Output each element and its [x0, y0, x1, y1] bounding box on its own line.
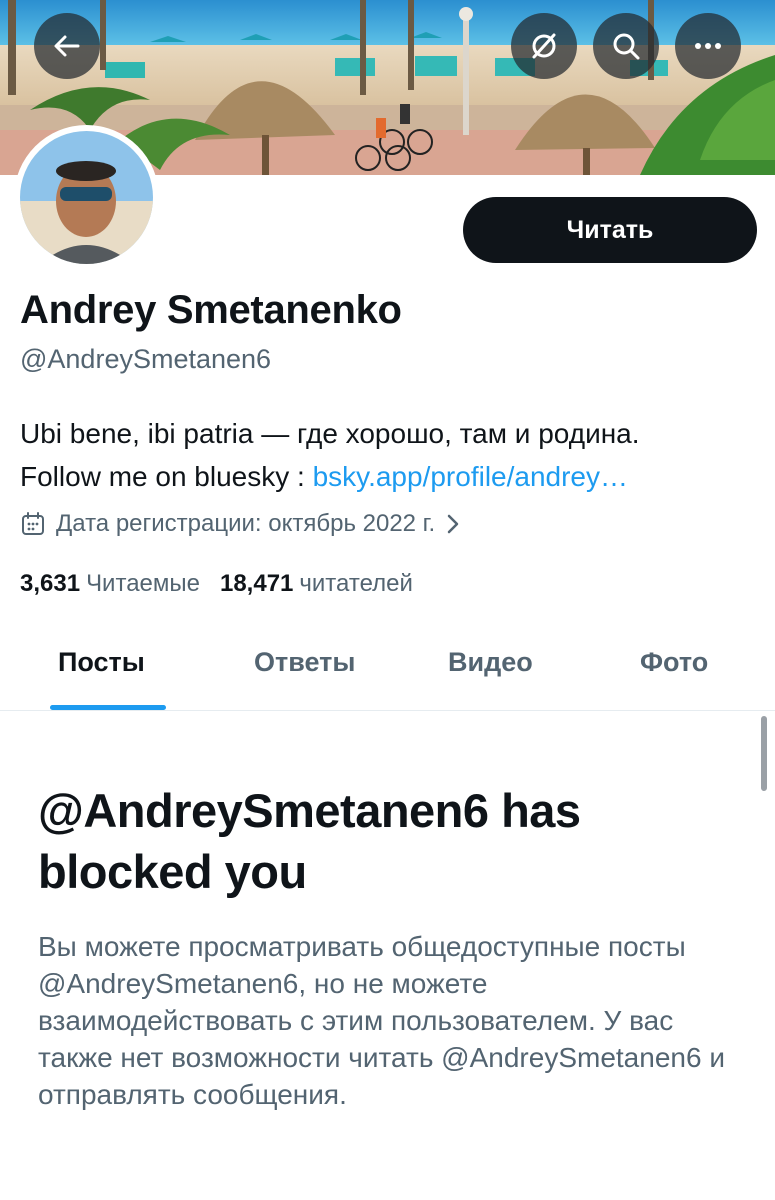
refresh-slash-icon — [532, 33, 556, 59]
profile-tabs: Посты Ответы Видео Фото — [0, 625, 775, 711]
followers-stat[interactable]: 18,471 читателей — [220, 570, 413, 598]
search-icon — [613, 33, 640, 60]
search-button[interactable] — [593, 13, 659, 79]
arrow-left-icon — [54, 35, 80, 57]
active-tab-indicator — [50, 705, 166, 710]
follow-button[interactable]: Читать — [463, 197, 757, 263]
following-count: 3,631 — [20, 570, 81, 597]
more-button[interactable] — [675, 13, 741, 79]
bio-link[interactable]: bsky.app/profile/andrey… — [313, 461, 628, 492]
calendar-icon — [22, 512, 44, 535]
followers-count: 18,471 — [219, 570, 294, 597]
profile-bio: Ubi bene, ibi patria — где хорошо, там и… — [20, 412, 760, 498]
joined-text: Дата регистрации: октябрь 2022 г. — [56, 510, 436, 537]
avatar[interactable] — [14, 125, 159, 270]
blocked-message: Вы можете просматривать общедоступные по… — [38, 931, 725, 1110]
profile-stats: 3,631 Читаемые 18,471 читателей — [20, 570, 433, 598]
tab-videos[interactable]: Видео — [448, 647, 533, 678]
refresh-button[interactable] — [511, 13, 577, 79]
profile-handle: @AndreySmetanen6 — [20, 344, 272, 374]
scrollbar[interactable] — [761, 716, 767, 791]
following-stat[interactable]: 3,631 Читаемые — [20, 570, 200, 598]
following-label: Читаемые — [86, 570, 200, 597]
followers-label: читателей — [299, 570, 413, 597]
joined-date[interactable]: Дата регистрации: октябрь 2022 г. — [20, 510, 461, 538]
bio-text: Follow me on bluesky : — [20, 461, 313, 492]
avatar-image — [20, 131, 153, 264]
chevron-right-icon — [447, 514, 459, 534]
profile-name: Andrey Smetanenko — [20, 288, 402, 332]
tab-replies[interactable]: Ответы — [254, 647, 355, 678]
tab-photos[interactable]: Фото — [640, 647, 708, 678]
bio-line-2: Follow me on bluesky : bsky.app/profile/… — [20, 455, 760, 498]
more-horizontal-icon — [695, 43, 721, 49]
back-button[interactable] — [34, 13, 100, 79]
tab-posts[interactable]: Посты — [58, 647, 145, 678]
bio-line-1: Ubi bene, ibi patria — где хорошо, там и… — [20, 418, 640, 449]
blocked-title: @AndreySmetanen6 has blocked you — [38, 784, 581, 898]
